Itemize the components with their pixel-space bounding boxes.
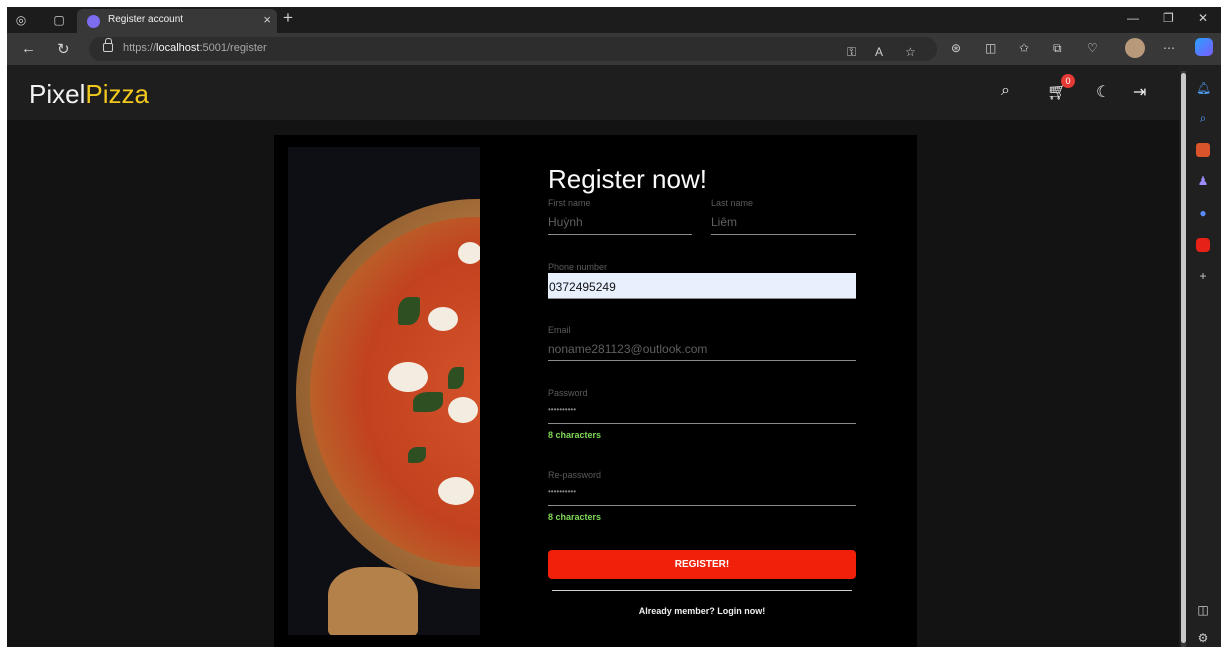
last-name-label: Last name	[711, 198, 754, 208]
repassword-hint: 8 characters	[548, 512, 602, 522]
tab-favicon-icon	[87, 15, 100, 28]
back-icon[interactable]: ←	[21, 40, 36, 57]
last-name-field[interactable]: Liêm	[711, 215, 737, 229]
browser-window: ◎ ▢ Register account × + — ❐ ✕ ← ↻ https…	[7, 7, 1221, 647]
close-tab-icon[interactable]: ×	[263, 12, 271, 27]
youtube-icon[interactable]	[1196, 238, 1210, 252]
password-label: Password	[548, 388, 588, 398]
browser-essentials-icon[interactable]: ♡	[1087, 41, 1098, 55]
first-name-label: First name	[548, 198, 591, 208]
refresh-icon[interactable]: ↻	[57, 40, 70, 58]
tab-title: Register account	[108, 14, 184, 25]
more-menu-icon[interactable]: ⋯	[1163, 41, 1175, 55]
tab-strip: ◎ ▢ Register account × + — ❐ ✕	[7, 7, 1221, 33]
login-link[interactable]: Already member? Login now!	[548, 606, 856, 616]
key-icon[interactable]: ⚿	[847, 45, 856, 60]
email-label: Email	[548, 325, 571, 335]
search-icon[interactable]: ⌕	[1001, 82, 1010, 100]
extensions-icon[interactable]: ⊛	[951, 41, 961, 55]
pizza-image	[288, 147, 480, 635]
repassword-underline	[548, 505, 856, 506]
password-field[interactable]: ••••••••••	[548, 405, 576, 414]
hide-sidebar-icon[interactable]: ◫	[1196, 603, 1210, 617]
cart-count-badge: 0	[1061, 74, 1075, 88]
repassword-label: Re-password	[548, 470, 602, 480]
register-button[interactable]: REGISTER!	[548, 550, 856, 579]
page-viewport: PixelPizza ⌕ 🛒︎ 0 ☾ ⇥ Register now! Firs…	[7, 65, 1179, 647]
favorites-icon[interactable]: ✩	[1019, 41, 1029, 55]
email-field[interactable]: noname281123@outlook.com	[548, 342, 707, 356]
tools-icon[interactable]: ♟	[1196, 174, 1210, 188]
site-navbar: PixelPizza ⌕ 🛒︎ 0 ☾ ⇥	[7, 65, 1179, 120]
navigation-bar: ← ↻ https://localhost:5001/register ⚿ A …	[7, 33, 1221, 65]
password-underline	[548, 423, 856, 424]
dark-mode-icon[interactable]: ☾	[1096, 82, 1110, 102]
sidebar-search-icon[interactable]: ⌕	[1196, 111, 1210, 125]
page-scrollbar[interactable]	[1181, 71, 1186, 647]
register-form: Register now! First name Huỳnh Last name…	[548, 135, 868, 647]
login-icon[interactable]: ⇥	[1133, 82, 1146, 102]
scrollbar-thumb[interactable]	[1181, 73, 1186, 643]
form-divider	[552, 590, 852, 591]
sidebar-settings-icon[interactable]: ⚙	[1196, 631, 1210, 645]
restore-icon[interactable]: ❐	[1163, 11, 1174, 25]
collections-icon[interactable]: ⧉	[1053, 41, 1062, 56]
repassword-field[interactable]: ••••••••••	[548, 487, 576, 496]
new-tab-icon[interactable]: +	[283, 8, 293, 28]
address-bar[interactable]: https://localhost:5001/register ⚿ A ☆	[89, 37, 937, 61]
phone-field[interactable]: 0372495249	[548, 273, 856, 299]
url-text: https://localhost:5001/register	[123, 42, 267, 54]
workspaces-icon[interactable]: ◎	[13, 12, 29, 28]
office-icon[interactable]: ●	[1196, 206, 1210, 220]
last-name-underline	[711, 234, 856, 235]
site-logo[interactable]: PixelPizza	[29, 79, 149, 110]
email-underline	[548, 360, 856, 361]
split-screen-icon[interactable]: ◫	[985, 41, 996, 55]
add-sidebar-app-icon[interactable]: +	[1196, 269, 1210, 283]
lock-icon	[103, 38, 113, 52]
minimize-icon[interactable]: —	[1127, 11, 1139, 25]
notifications-icon[interactable]: 🔔︎	[1196, 81, 1211, 95]
password-hint: 8 characters	[548, 430, 602, 440]
tab-register-account[interactable]: Register account ×	[77, 9, 277, 33]
browser-sidebar: 🔔︎ ⌕ ♟ ● + ◫ ⚙	[1187, 65, 1221, 647]
profile-avatar[interactable]	[1125, 38, 1145, 58]
copilot-icon[interactable]	[1195, 38, 1213, 56]
tab-actions-icon[interactable]: ▢	[51, 12, 67, 28]
first-name-field[interactable]: Huỳnh	[548, 215, 583, 229]
read-aloud-icon[interactable]: A	[875, 45, 883, 59]
first-name-underline	[548, 234, 692, 235]
shopping-icon[interactable]	[1196, 143, 1210, 157]
register-card: Register now! First name Huỳnh Last name…	[274, 135, 917, 647]
page-title: Register now!	[548, 164, 707, 194]
close-window-icon[interactable]: ✕	[1198, 11, 1208, 25]
phone-label: Phone number	[548, 262, 608, 272]
favorite-star-icon[interactable]: ☆	[905, 45, 916, 59]
